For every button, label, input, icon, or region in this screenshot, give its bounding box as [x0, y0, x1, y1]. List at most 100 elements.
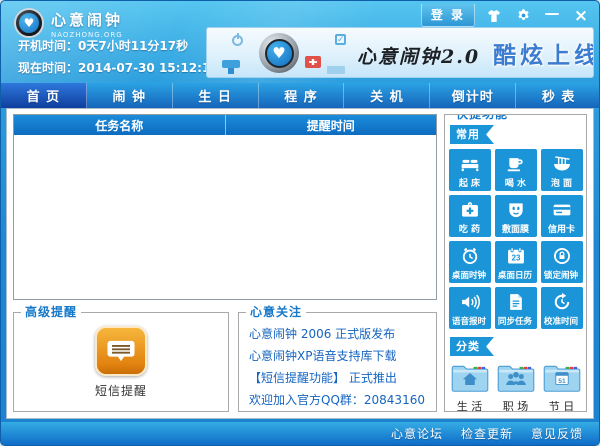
power-icon — [232, 33, 243, 46]
news-link[interactable]: 欢迎加入官方QQ群：208431601 — [249, 389, 426, 411]
quick-item-label: 敷面膜 — [501, 225, 529, 235]
quick-item-sync-tasks[interactable]: 同步任务 — [494, 287, 537, 329]
banner-text: 心意闹钟2.0 酷炫上线 — [357, 36, 593, 70]
medkit-icon — [460, 198, 480, 222]
medkit-small-icon — [305, 56, 321, 68]
quick-item-desktop-clock[interactable]: 桌面时钟 — [448, 241, 491, 283]
quick-item-label: 桌面日历 — [498, 271, 533, 282]
tab-program[interactable]: 程 序 — [259, 83, 345, 108]
category-festival[interactable]: 51 节 日 — [540, 361, 584, 412]
tab-birthday[interactable]: 生 日 — [173, 83, 259, 108]
calendar-icon: 23 — [506, 244, 526, 268]
skin-icon[interactable] — [484, 7, 504, 25]
credit-card-icon — [552, 198, 572, 222]
news-link[interactable]: 【短信提醒功能】 正式推出 — [249, 367, 426, 389]
category-label: 生 活 — [456, 400, 483, 412]
settings-gear-icon[interactable] — [513, 7, 533, 25]
document-icon — [506, 290, 526, 314]
cup-icon — [506, 152, 526, 176]
category-label: 节 日 — [548, 400, 575, 412]
banner-title: 心意闹钟2.0 — [357, 45, 481, 68]
svg-text:23: 23 — [511, 254, 520, 263]
news-panel: 心意关注 心意闹钟 2006 正式版发布 心意闹钟XP语音支持库下载 【短信提醒功能… — [238, 305, 437, 412]
quick-item-desktop-calendar[interactable]: 23 桌面日历 — [494, 241, 537, 283]
quick-item-label: 锁定闹钟 — [544, 271, 579, 282]
quick-item-lock-alarm[interactable]: 锁定闹钟 — [540, 241, 583, 283]
heart-clock-badge-icon: ♥ — [259, 33, 299, 73]
tab-stopwatch[interactable]: 秒 表 — [516, 83, 599, 108]
home-folder-icon — [450, 361, 490, 397]
current-time-value: 2014-07-30 15:12:10 — [78, 61, 219, 75]
login-button[interactable]: 登 录 — [420, 4, 475, 27]
main-content: 任务名称 提醒时间 高级提醒 短信提醒 心意关注 心意闹钟 2006 正式版发布… — [6, 108, 594, 419]
banner-art: ♥ ✓ — [207, 28, 357, 77]
tab-alarm[interactable]: 闹 钟 — [87, 83, 173, 108]
status-bar: 心意论坛 检查更新 意见反馈 — [1, 422, 599, 445]
advanced-reminder-title: 高级提醒 — [21, 305, 82, 319]
sms-reminder-label: 短信提醒 — [94, 383, 147, 398]
boot-time-label: 开机时间： — [18, 39, 79, 53]
task-table-header: 任务名称 提醒时间 — [14, 115, 436, 135]
quick-item-label: 起 床 — [458, 179, 481, 189]
sms-reminder-icon[interactable] — [95, 325, 147, 376]
quick-item-credit-card[interactable]: 信用卡 — [540, 195, 583, 237]
status-link-forum[interactable]: 心意论坛 — [391, 425, 443, 442]
bed-icon — [460, 152, 480, 176]
quick-item-label: 校准时间 — [544, 317, 579, 328]
tab-shutdown[interactable]: 关 机 — [344, 83, 431, 108]
quick-item-label: 语音报时 — [452, 317, 487, 328]
promo-banner[interactable]: ♥ ✓ 心意闹钟2.0 酷炫上线 — [206, 27, 594, 78]
tab-home[interactable]: 首 页 — [1, 83, 87, 108]
news-link[interactable]: 心意闹钟XP语音支持库下载 — [249, 345, 426, 367]
category-life[interactable]: 生 活 — [448, 361, 492, 412]
calendar51-folder-icon: 51 — [542, 361, 582, 397]
task-table: 任务名称 提醒时间 — [13, 114, 437, 300]
time-info: 开机时间：0天7小时11分17秒 现在时间：2014-07-30 15:12:1… — [18, 35, 219, 79]
current-time-row: 现在时间：2014-07-30 15:12:10 — [18, 57, 219, 79]
card-small-icon — [327, 66, 345, 74]
quick-item-label: 同步任务 — [498, 317, 533, 328]
minimize-icon[interactable]: — — [542, 4, 562, 25]
column-header-task-name: 任务名称 — [14, 115, 226, 135]
quick-item-wake-up[interactable]: 起 床 — [448, 149, 491, 191]
quick-item-label: 桌面时钟 — [452, 271, 487, 282]
left-column: 任务名称 提醒时间 高级提醒 短信提醒 心意关注 心意闹钟 2006 正式版发布… — [13, 114, 437, 412]
heart-icon: ♥ — [19, 13, 39, 33]
category-badge: 分类 — [450, 337, 494, 356]
news-link[interactable]: 心意闹钟 2006 正式版发布 — [249, 323, 426, 345]
tab-countdown[interactable]: 倒计时 — [430, 83, 517, 108]
mask-icon — [506, 198, 526, 222]
status-link-feedback[interactable]: 意见反馈 — [531, 425, 583, 442]
current-time-label: 现在时间： — [18, 61, 79, 75]
quick-functions-title: 快捷功能 — [452, 115, 513, 121]
quick-item-label: 喝 水 — [504, 179, 527, 189]
brush-icon — [222, 60, 240, 74]
quick-item-take-medicine[interactable]: 吃 药 — [448, 195, 491, 237]
people-folder-icon — [496, 361, 536, 397]
category-career[interactable]: 职 场 — [494, 361, 538, 411]
quick-item-drink-water[interactable]: 喝 水 — [494, 149, 537, 191]
common-badge: 常用 — [450, 125, 494, 144]
tab-bar: 首 页闹 钟生 日程 序关 机倒计时秒 表 — [1, 83, 599, 108]
quick-item-label: 吃 药 — [458, 225, 481, 235]
title-bar: ♥ 心意闹钟 NAOZHONG.ORG 开机时间：0天7小时11分17秒 现在时… — [1, 1, 599, 83]
quick-item-label: 泡 面 — [550, 179, 573, 189]
quick-item-face-mask[interactable]: 敷面膜 — [494, 195, 537, 237]
task-table-body[interactable] — [14, 135, 436, 299]
quick-item-voice-time[interactable]: 语音报时 — [448, 287, 491, 329]
quick-item-calibrate-time[interactable]: 校准时间 — [540, 287, 583, 329]
window-controls: 登 录 — × — [420, 4, 591, 27]
sync-clock-icon — [552, 290, 572, 314]
speaker-icon — [460, 290, 480, 314]
status-link-check-update[interactable]: 检查更新 — [461, 425, 513, 442]
news-list: 心意闹钟 2006 正式版发布 心意闹钟XP语音支持库下载 【短信提醒功能】 正式推… — [249, 323, 426, 411]
alarm-clock-icon — [460, 244, 480, 268]
news-panel-title: 心意关注 — [246, 305, 307, 319]
boot-time-value: 0天7小时11分17秒 — [78, 39, 189, 53]
app-window: ♥ 心意闹钟 NAOZHONG.ORG 开机时间：0天7小时11分17秒 现在时… — [0, 0, 600, 446]
app-title-text: 心意闹钟 — [51, 11, 124, 29]
common-tile-grid: 起 床 喝 水 泡 面吃 药 敷面膜 信用卡桌面时钟 23 桌面日历 锁定闹钟语音报时 同步任务… — [448, 149, 583, 329]
close-icon[interactable]: × — [571, 6, 591, 26]
category-folder-grid: 生 活职 场51节 日影 视赛 事热 门 — [448, 361, 584, 412]
quick-item-instant-noodles[interactable]: 泡 面 — [540, 149, 583, 191]
